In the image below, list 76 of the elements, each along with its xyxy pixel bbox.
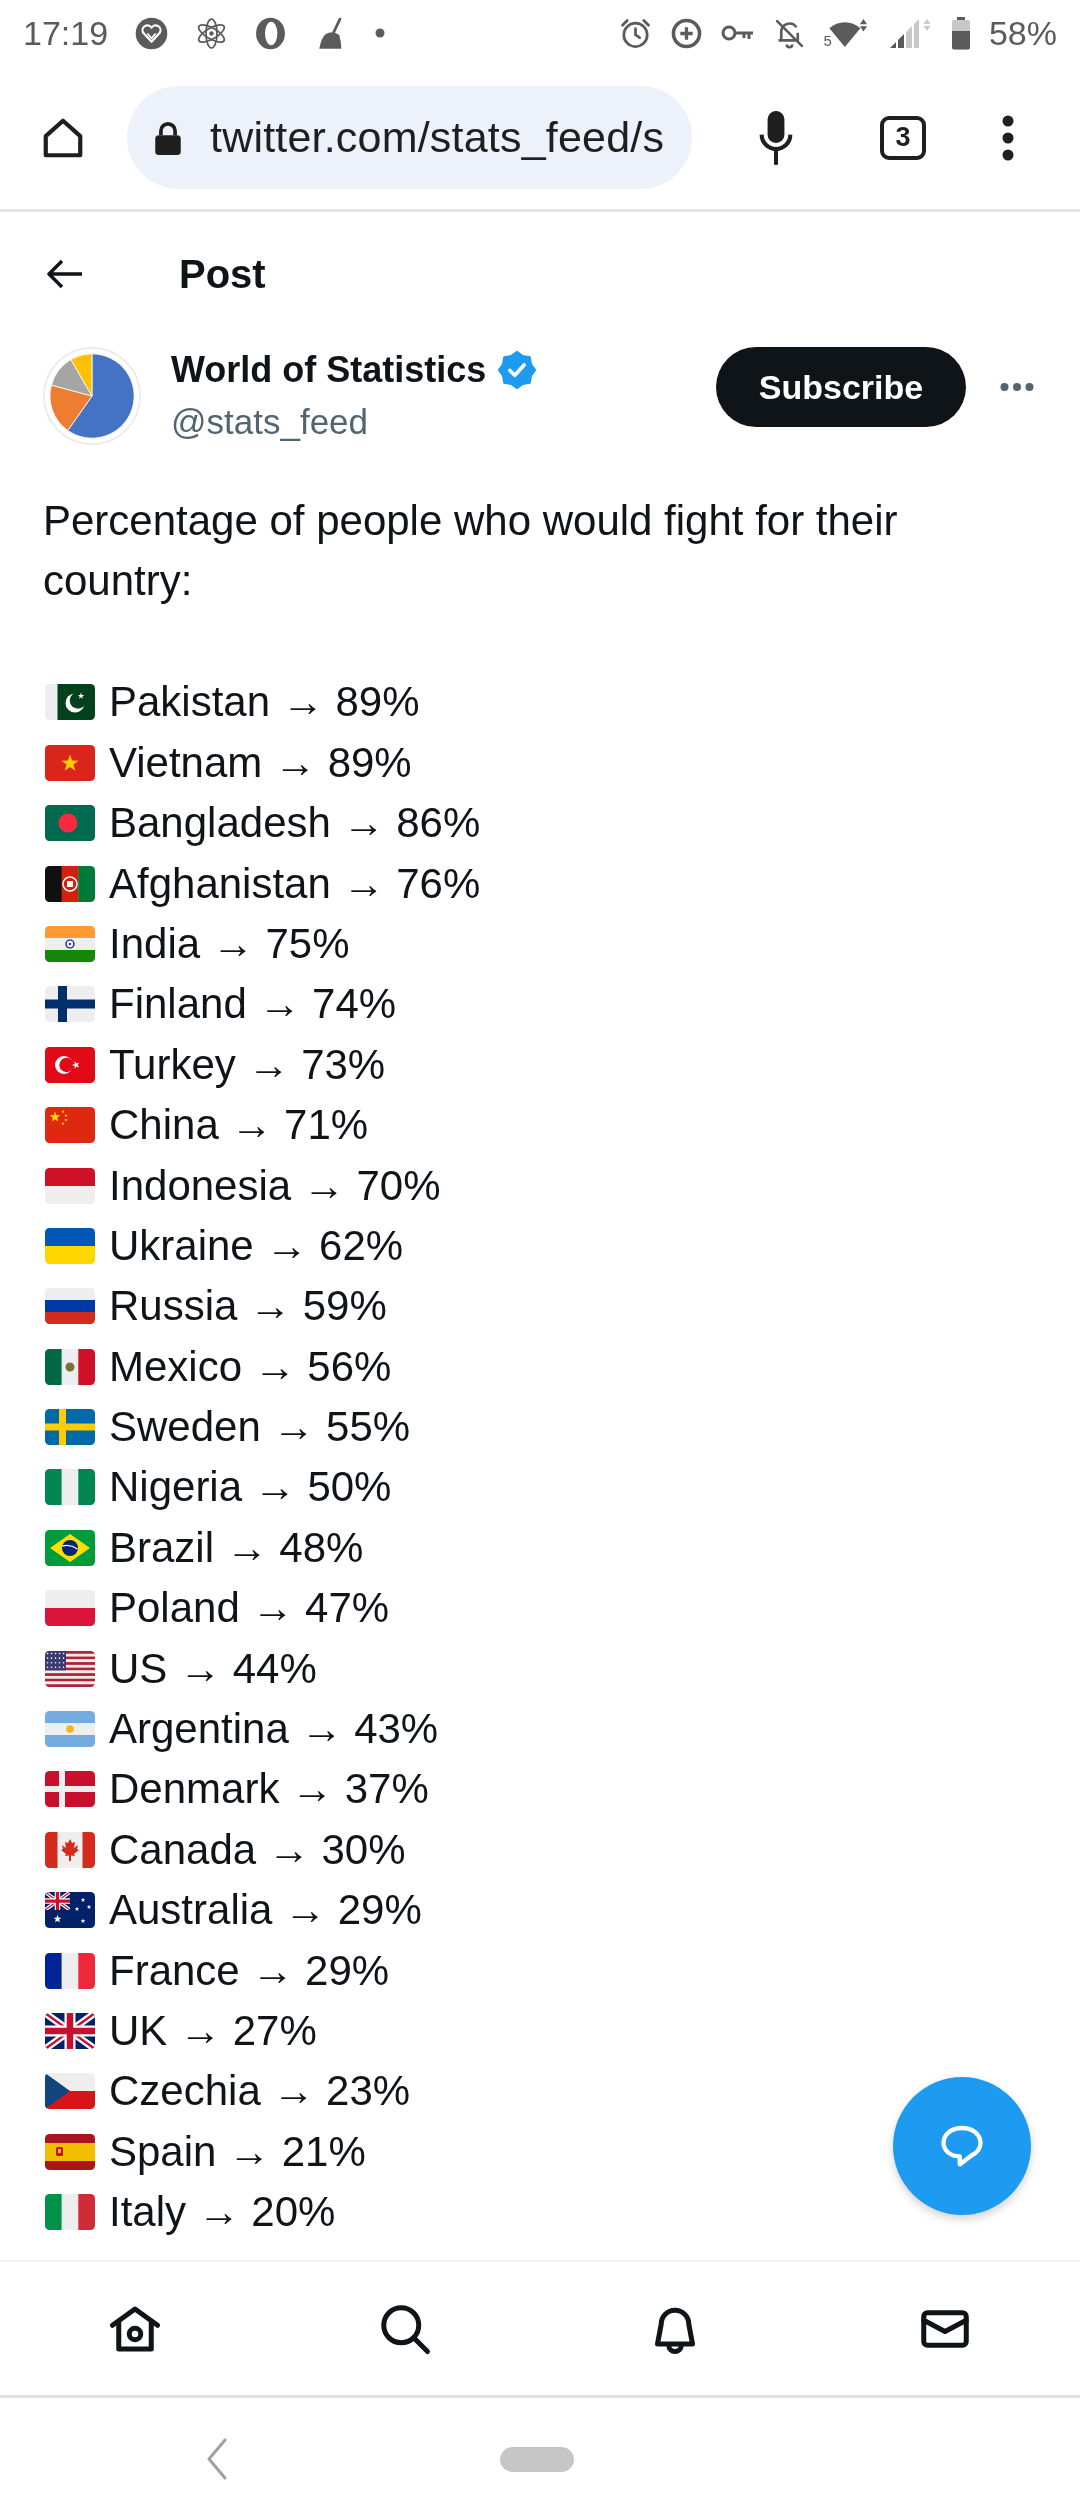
author-name: World of Statistics xyxy=(171,348,487,392)
country-percentage-text: France → 29% xyxy=(109,1945,390,1996)
country-percentage-text: Australia → 29% xyxy=(109,1885,422,1936)
country-percentage-text: India → 75% xyxy=(109,918,350,969)
country-percentage-text: UK → 27% xyxy=(109,2006,317,2056)
post-text: Percentage of people who would fight for their country: xyxy=(43,496,899,607)
heart-circle-icon xyxy=(134,16,170,50)
country-percentage-text: Vietnam → 89% xyxy=(109,737,412,788)
key-icon xyxy=(720,23,755,43)
country-percentage-text: Sweden → 55% xyxy=(109,1402,411,1453)
mexico-flag-icon xyxy=(45,1348,95,1385)
turkey-flag-icon xyxy=(45,1046,95,1083)
country-percentage-text: Argentina → 43% xyxy=(109,1704,439,1755)
country-percentage-text: Denmark → 37% xyxy=(109,1764,429,1815)
brazil-flag-icon xyxy=(45,1529,95,1566)
page-title: Post xyxy=(179,251,266,298)
country-percentage-text: China → 71% xyxy=(109,1100,369,1151)
lock-icon xyxy=(153,120,183,155)
australia-flag-icon xyxy=(45,1892,95,1929)
country-percentage-text: Mexico → 56% xyxy=(109,1341,392,1392)
canada-flag-icon xyxy=(45,1831,95,1868)
country-percentage-text: US → 44% xyxy=(109,1643,317,1694)
france-flag-icon xyxy=(45,1952,95,1989)
india-flag-icon xyxy=(45,925,95,962)
battery-percentage: 58% xyxy=(988,13,1057,53)
alarm-clock-icon xyxy=(618,16,652,50)
address-field[interactable]: twitter.com/stats_feed/s xyxy=(127,86,692,189)
country-percentage-text: Nigeria → 50% xyxy=(109,1462,392,1513)
tab-switcher-button[interactable]: 3 xyxy=(880,115,926,160)
wifi-band-label: 5 xyxy=(823,32,832,48)
microphone-icon[interactable] xyxy=(759,110,793,165)
country-percentage-text: Italy → 20% xyxy=(109,2187,336,2238)
country-percentage-text: Afghanistan → 76% xyxy=(109,858,481,909)
china-flag-icon xyxy=(45,1107,95,1144)
country-percentage-text: Poland → 47% xyxy=(109,1583,390,1634)
back-chevron-icon[interactable] xyxy=(205,2437,229,2481)
country-percentage-text: Bangladesh → 86% xyxy=(109,798,481,849)
country-percentage-text: Turkey → 73% xyxy=(109,1039,386,1090)
country-percentage-text: Czechia → 23% xyxy=(109,2066,411,2117)
status-time: 17:19 xyxy=(23,13,109,53)
argentina-flag-icon xyxy=(45,1711,95,1748)
finland-flag-icon xyxy=(45,986,95,1023)
ukraine-flag-icon xyxy=(45,1227,95,1264)
dot-icon xyxy=(375,28,386,38)
italy-flag-icon xyxy=(45,2194,95,2231)
pie-chart-icon[interactable] xyxy=(43,347,141,445)
battery-icon xyxy=(950,16,971,50)
country-percentage-text: Pakistan → 89% xyxy=(109,677,420,728)
russia-flag-icon xyxy=(45,1288,95,1325)
nigeria-flag-icon xyxy=(45,1469,95,1506)
spain-flag-icon xyxy=(45,2133,95,2170)
usa-flag-icon xyxy=(45,1650,95,1687)
sweden-flag-icon xyxy=(45,1409,95,1446)
plus-circle-icon xyxy=(669,16,703,50)
czechia-flag-icon xyxy=(45,2073,95,2110)
united-kingdom-flag-icon xyxy=(45,2013,95,2049)
poland-flag-icon xyxy=(45,1590,95,1627)
denmark-flag-icon xyxy=(45,1771,95,1808)
bangladesh-flag-icon xyxy=(45,805,95,842)
more-options-icon[interactable] xyxy=(1000,382,1034,392)
subscribe-button[interactable]: Subscribe xyxy=(716,347,966,427)
back-arrow-icon[interactable] xyxy=(47,259,84,289)
afghanistan-flag-icon xyxy=(45,865,95,902)
country-percentage-text: Russia → 59% xyxy=(109,1281,387,1332)
country-percentage-text: Indonesia → 70% xyxy=(109,1160,441,1211)
pakistan-flag-icon xyxy=(45,684,95,721)
country-percentage-text: Finland → 74% xyxy=(109,979,397,1030)
country-percentage-text: Canada → 30% xyxy=(109,1824,406,1875)
indonesia-flag-icon xyxy=(45,1167,95,1204)
menu-icon[interactable] xyxy=(1002,113,1014,162)
vietnam-flag-icon xyxy=(45,744,95,781)
country-percentage-text: Ukraine → 62% xyxy=(109,1220,404,1271)
country-percentage-text: Brazil → 48% xyxy=(109,1522,364,1573)
ring-icon xyxy=(254,16,288,50)
author-handle: @stats_feed xyxy=(171,401,370,443)
country-percentage-text: Spain → 21% xyxy=(109,2126,366,2177)
